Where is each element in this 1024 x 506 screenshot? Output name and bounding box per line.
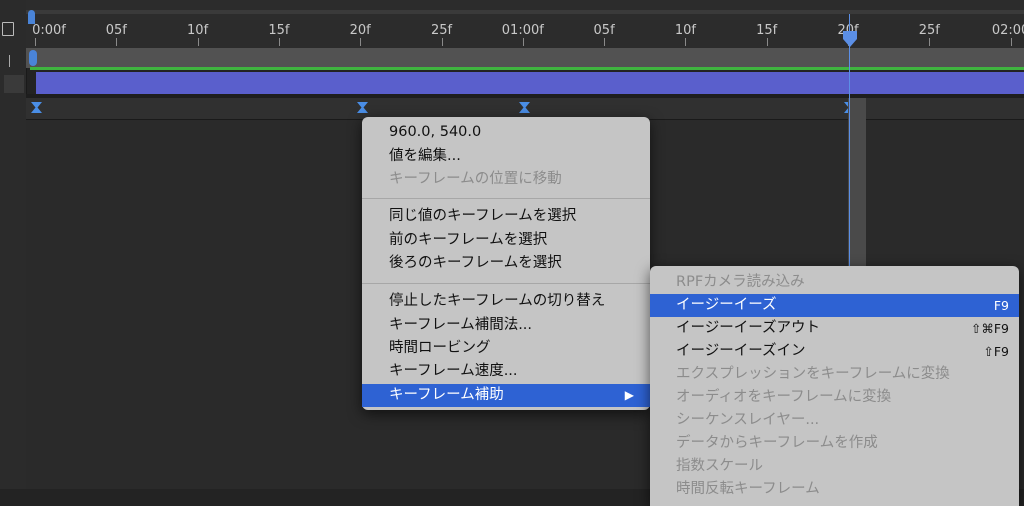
render-progress-line xyxy=(30,67,1024,70)
submenu-item: シーケンスレイヤー... xyxy=(650,409,1019,432)
time-navigator-start-handle[interactable] xyxy=(28,10,35,24)
ruler-tick-label: 15f xyxy=(756,23,778,38)
ruler-tick-label: 10f xyxy=(187,23,209,38)
submenu-item[interactable]: イージーイーズアウト ⇧⌘F9 xyxy=(650,317,1019,340)
ruler-tick-label: 15f xyxy=(268,23,290,38)
ruler-tick xyxy=(766,38,768,46)
submenu-item-label: イージーイーズ xyxy=(676,297,777,313)
menu-item-select-previous[interactable]: 前のキーフレームを選択 xyxy=(362,229,650,252)
keyframe-marker[interactable] xyxy=(31,102,42,113)
keyframe-marker[interactable] xyxy=(357,102,368,113)
ruler-tick xyxy=(522,38,524,46)
context-menu: 960.0, 540.0 値を編集... キーフレームの位置に移動 同じ値のキー… xyxy=(362,117,650,410)
submenu-item: オーディオをキーフレームに変換 xyxy=(650,386,1019,409)
time-ruler[interactable]: 0:00f 05f 10f 15f 20f 25f 01:00f 05f 10f 15f 20f 25… xyxy=(26,0,1024,49)
ruler-tick-label: 05f xyxy=(105,23,127,38)
ruler-tick xyxy=(197,38,199,46)
submenu-item[interactable]: イージーイーズ F9 xyxy=(650,294,1019,317)
layer-switch-box[interactable] xyxy=(4,75,24,93)
submenu-item-label: イージーイーズイン xyxy=(676,343,806,359)
ruler-tick xyxy=(604,38,606,46)
menu-item-toggle-hold[interactable]: 停止したキーフレームの切り替え xyxy=(362,290,650,313)
submenu-item[interactable]: イージーイーズイン ⇧F9 xyxy=(650,340,1019,363)
ruler-tick-label: 0:00f xyxy=(32,23,66,38)
menu-value-readout: 960.0, 540.0 xyxy=(389,124,482,140)
ruler-tick-label: 20f xyxy=(349,23,371,38)
submenu-arrow-icon: ▶ xyxy=(624,388,634,402)
layer-controls-strip xyxy=(0,0,27,489)
ruler-tick xyxy=(929,38,931,46)
menu-item-keyframe-assistant[interactable]: キーフレーム補助 ▶ xyxy=(362,384,650,407)
keyframe-marker[interactable] xyxy=(519,102,530,113)
ruler-tick-label: 25f xyxy=(430,23,453,38)
menu-divider xyxy=(362,283,650,284)
divider xyxy=(9,55,10,67)
menu-item-roving[interactable]: 時間ロービング xyxy=(362,337,650,360)
menu-item-label: キーフレーム補助 xyxy=(389,387,504,403)
menu-item-select-equal[interactable]: 同じ値のキーフレームを選択 xyxy=(362,205,650,228)
submenu-item-label: データからキーフレームを作成 xyxy=(676,435,878,451)
ruler-tick-label: 25f xyxy=(918,23,940,38)
submenu-item-shortcut: F9 xyxy=(993,298,1009,313)
menu-item-velocity[interactable]: キーフレーム速度... xyxy=(362,360,650,383)
menu-item-edit-value[interactable]: 値を編集... xyxy=(362,145,650,168)
ruler-tick xyxy=(116,38,118,46)
submenu-item-label: 時間反転キーフレーム xyxy=(676,481,820,497)
composition-icon[interactable] xyxy=(2,22,14,36)
submenu-item-label: オーディオをキーフレームに変換 xyxy=(676,389,892,405)
ruler-tick xyxy=(278,38,280,46)
ruler-tick xyxy=(35,38,36,46)
keyframe-assistant-submenu: RPFカメラ読み込み イージーイーズ F9 イージーイーズアウト ⇧⌘F9 イージーイーズ… xyxy=(650,266,1019,506)
menu-divider xyxy=(362,198,650,199)
ruler-tick-label: 05f xyxy=(593,23,615,38)
current-time-indicator-head[interactable] xyxy=(842,30,858,48)
submenu-item: 指数スケール xyxy=(650,455,1019,478)
ruler-tick xyxy=(441,38,443,46)
menu-item-interpolation[interactable]: キーフレーム補間法... xyxy=(362,314,650,337)
menu-item-select-following[interactable]: 後ろのキーフレームを選択 xyxy=(362,252,650,275)
ruler-tick-label: 01:00f xyxy=(501,23,544,38)
work-area-start-handle[interactable] xyxy=(29,50,37,66)
submenu-item-label: 指数スケール xyxy=(676,458,763,474)
submenu-item-shortcut: ⇧⌘F9 xyxy=(970,321,1009,336)
submenu-item: データからキーフレームを作成 xyxy=(650,432,1019,455)
submenu-item-label: シーケンスレイヤー... xyxy=(676,412,820,428)
layer-duration-bar[interactable] xyxy=(36,72,1024,94)
submenu-item: 時間反転キーフレーム xyxy=(650,478,1019,501)
submenu-item: エクスプレッションをキーフレームに変換 xyxy=(650,363,1019,386)
submenu-item-label: RPFカメラ読み込み xyxy=(676,274,805,290)
ruler-tick xyxy=(360,38,362,46)
work-area-bar[interactable] xyxy=(26,48,1024,68)
submenu-item: RPFカメラ読み込み xyxy=(650,271,1019,294)
ruler-tick xyxy=(1010,38,1012,46)
submenu-item-label: イージーイーズアウト xyxy=(676,320,820,336)
ruler-tick-label: 02:00 xyxy=(991,23,1024,38)
submenu-item-label: エクスプレッションをキーフレームに変換 xyxy=(676,366,950,382)
submenu-item-shortcut: ⇧F9 xyxy=(983,344,1009,359)
ruler-tick-label: 10f xyxy=(674,23,696,38)
menu-item-go-to-keyframe: キーフレームの位置に移動 xyxy=(389,171,562,187)
ruler-tick xyxy=(685,38,687,46)
time-navigator-bar[interactable] xyxy=(26,10,1024,14)
